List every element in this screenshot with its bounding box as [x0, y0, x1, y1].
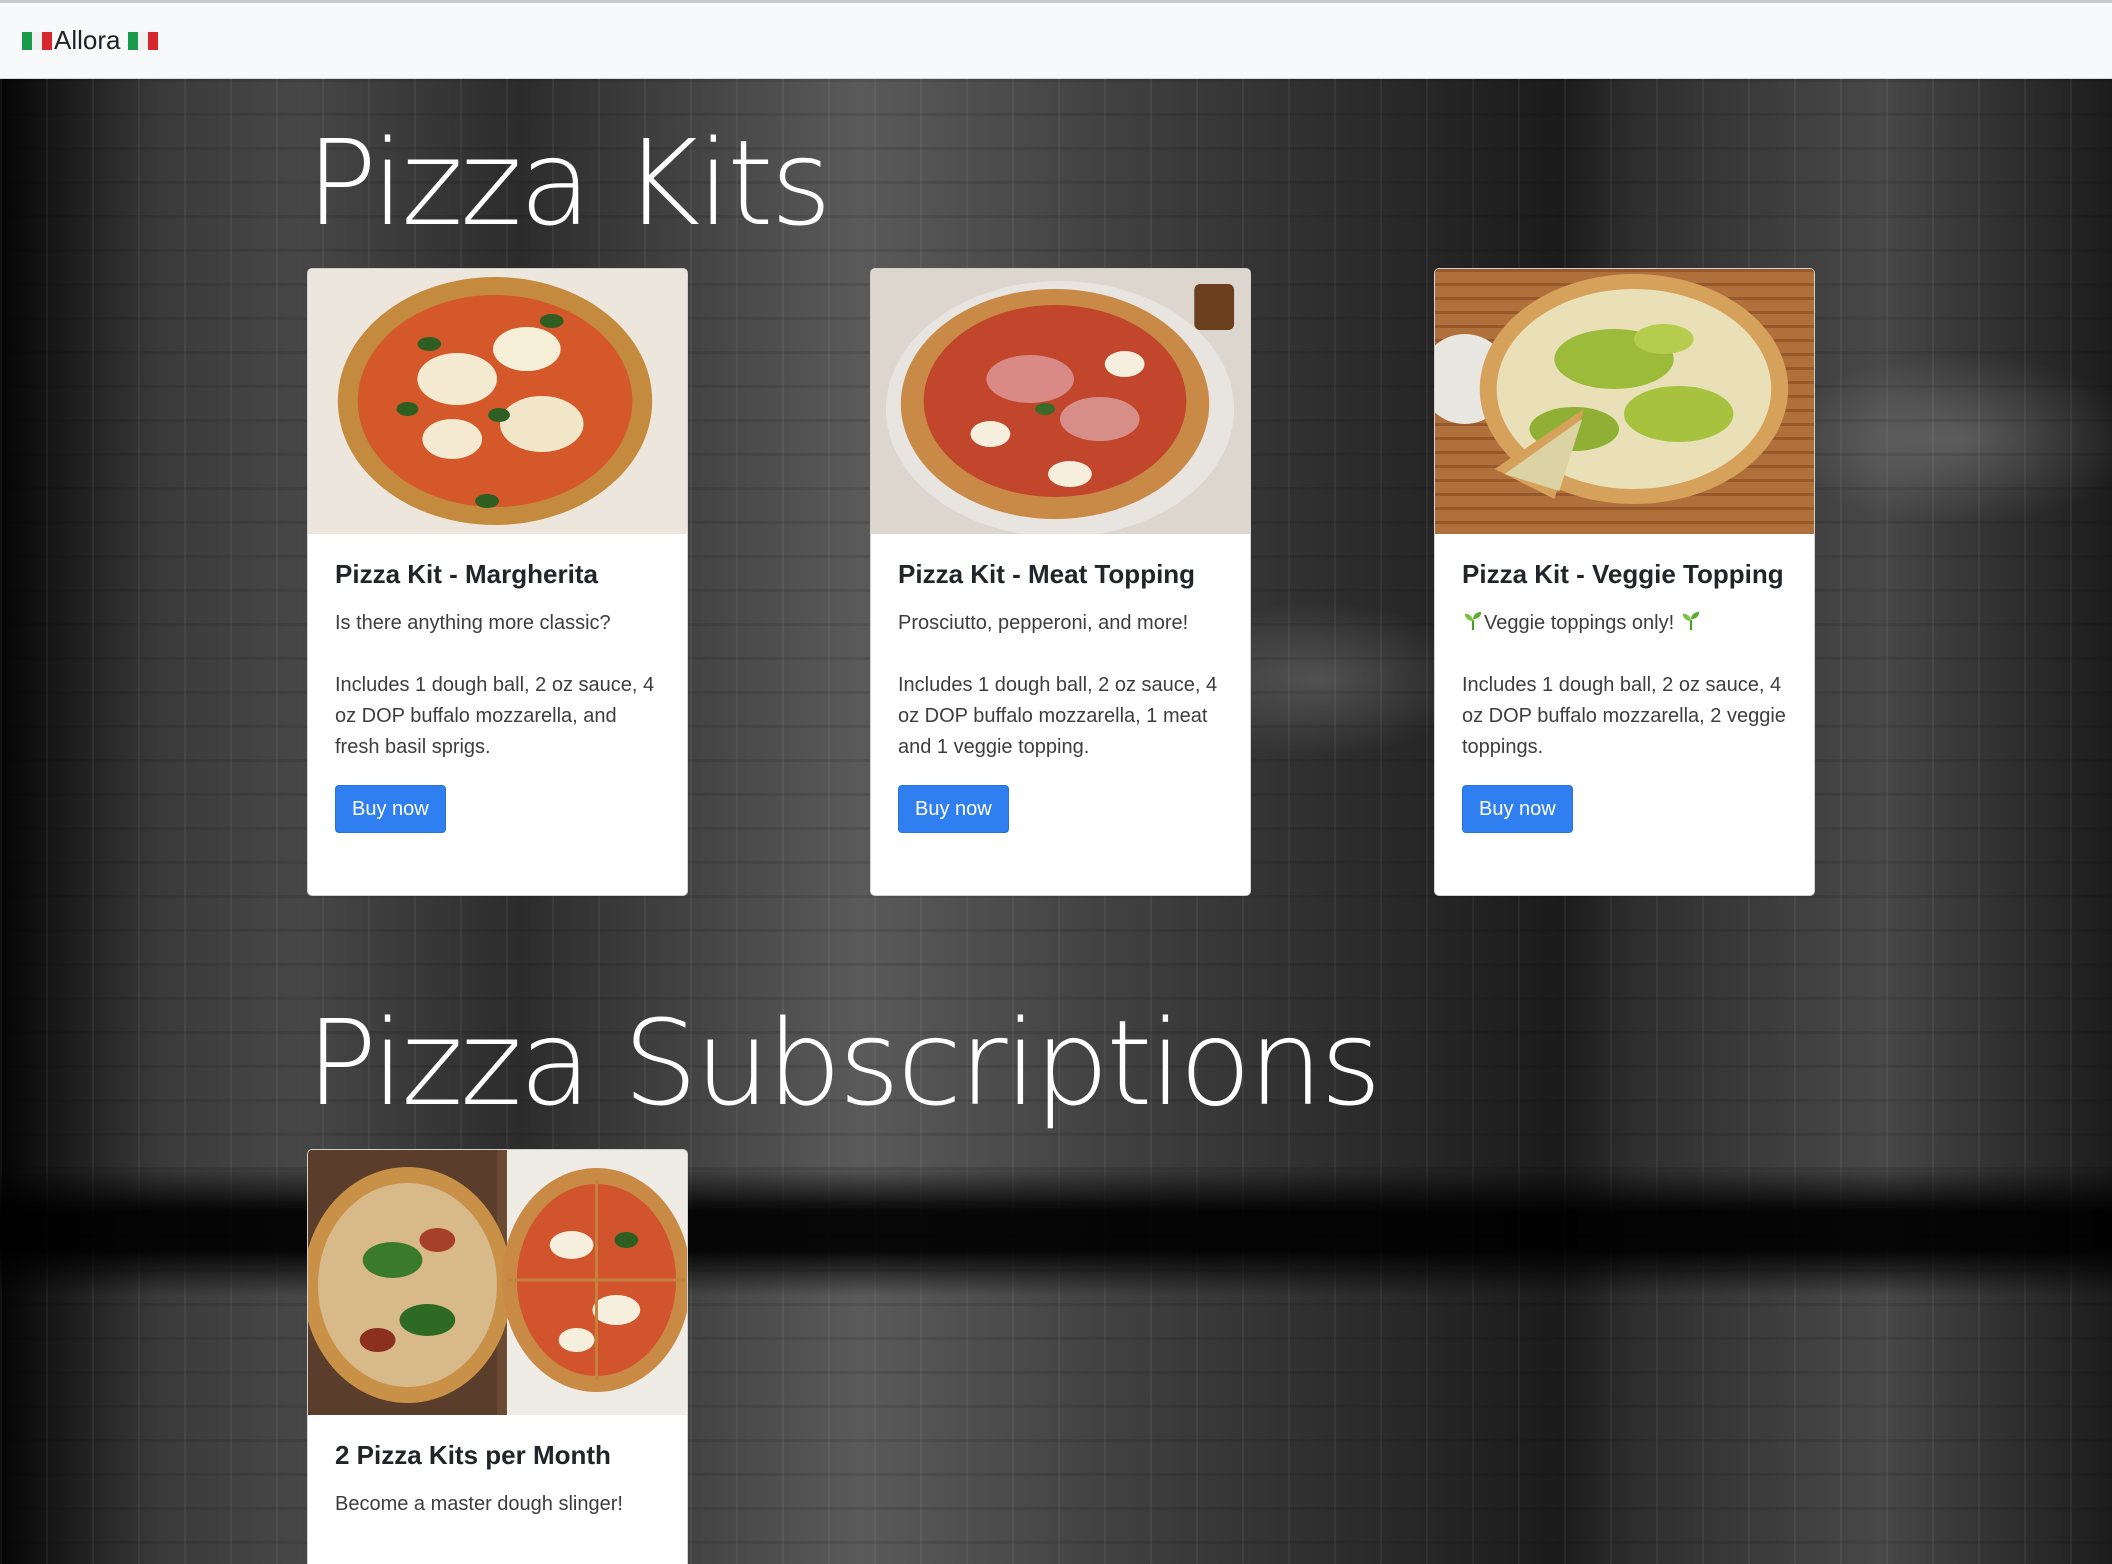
card-title: Pizza Kit - Meat Topping — [898, 559, 1196, 589]
section-title-pizza-subscriptions: Pizza Subscriptions — [306, 994, 1382, 1132]
brand-link[interactable]: Allora — [20, 25, 160, 56]
card-description: Includes 1 dough ball, 2 oz sauce, 4 oz … — [898, 673, 1218, 758]
top-navbar: Allora — [0, 0, 2112, 79]
card-tagline: Is there anything more classic? — [335, 611, 611, 634]
italian-flag-icon — [22, 31, 52, 50]
brand-name: Allora — [54, 25, 121, 55]
buy-now-button-meat-topping[interactable]: Buy now — [898, 784, 1009, 833]
card-tagline: Prosciutto, pepperoni, and more! — [898, 611, 1189, 634]
meat-pizza-image — [871, 269, 1250, 534]
product-card-veggie-topping: Pizza Kit - Veggie Topping Veggie toppin… — [1434, 268, 1815, 896]
product-card-meat-topping: Pizza Kit - Meat Topping Prosciutto, pep… — [870, 268, 1251, 896]
card-title: 2 Pizza Kits per Month — [335, 1440, 611, 1470]
card-description: Includes 1 dough ball, 2 oz sauce, 4 oz … — [335, 673, 655, 758]
section-title-pizza-kits: Pizza Kits — [306, 114, 832, 252]
card-description: Includes 1 dough ball, 2 oz sauce, 4 oz … — [1462, 673, 1786, 758]
veggie-pizza-image — [1435, 269, 1814, 534]
card-tagline: Become a master dough slinger! — [335, 1492, 623, 1515]
buy-now-button-veggie-topping[interactable]: Buy now — [1462, 784, 1573, 833]
subscription-pizzas-image — [308, 1150, 687, 1415]
card-tagline-text: Veggie toppings only! — [1484, 611, 1675, 634]
subscription-card-2-kits: 2 Pizza Kits per Month Become a master d… — [307, 1149, 688, 1564]
card-title: Pizza Kit - Margherita — [335, 559, 598, 589]
seedling-icon — [1682, 611, 1699, 631]
margherita-pizza-image — [308, 269, 687, 534]
card-tagline: Veggie toppings only! — [1462, 608, 1786, 639]
buy-now-button-margherita[interactable]: Buy now — [335, 784, 446, 833]
product-card-margherita: Pizza Kit - Margherita Is there anything… — [307, 268, 688, 896]
hero-background: Pizza Kits Pizza Kit - Margherita Is the… — [0, 79, 2112, 1564]
card-title: Pizza Kit - Veggie Topping — [1462, 559, 1784, 589]
seedling-icon — [1464, 611, 1482, 631]
italian-flag-icon — [128, 31, 159, 50]
